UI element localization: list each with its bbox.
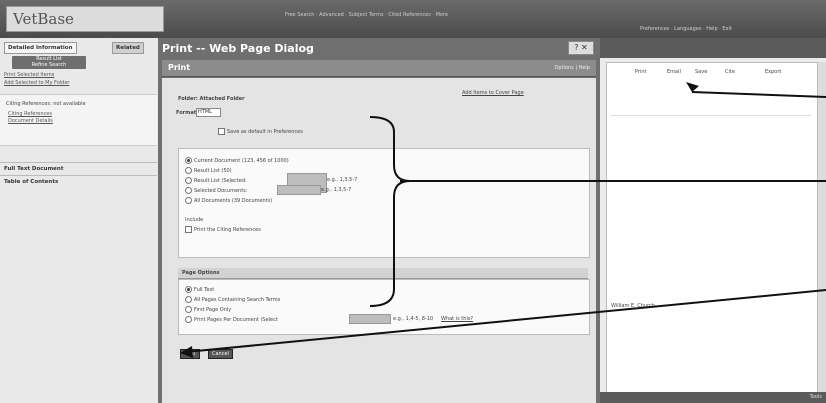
callout-arrow-toolbar (691, 91, 826, 98)
callout-arrow-print (185, 289, 826, 353)
arrowhead-print (180, 346, 193, 358)
annotation-overlay (180, 82, 826, 358)
arrowhead-toolbar (686, 82, 699, 92)
bracket-shape (369, 116, 411, 307)
